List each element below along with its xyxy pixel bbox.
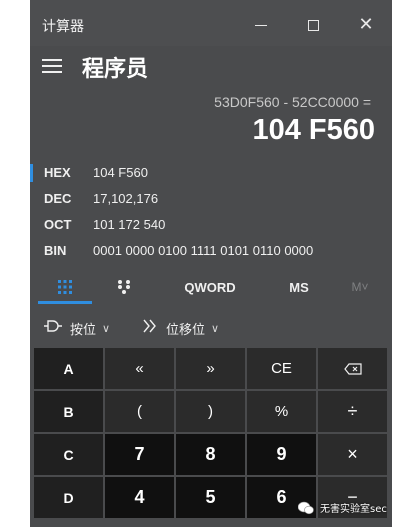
- expression-display: 53D0F560 - 52CC0000 =: [214, 94, 371, 110]
- key-4[interactable]: 4: [105, 477, 174, 518]
- active-tab-indicator: [38, 301, 92, 304]
- key-b[interactable]: B: [34, 391, 103, 432]
- word-size-button[interactable]: QWORD: [170, 270, 250, 304]
- memory-store-button[interactable]: MS: [275, 270, 323, 304]
- menu-icon: [42, 59, 62, 61]
- key-divide[interactable]: ÷: [318, 391, 387, 432]
- result-display: 104 F560: [252, 114, 375, 146]
- radix-label: OCT: [44, 217, 72, 232]
- watermark-text: 无害实验室sec: [320, 504, 387, 515]
- title-bar[interactable]: 计算器 ✕: [30, 0, 392, 46]
- key-d[interactable]: D: [34, 477, 103, 518]
- maximize-icon: [307, 19, 319, 31]
- bitshift-dropdown[interactable]: 位移位 ∨: [142, 312, 219, 344]
- bitwise-label: 按位: [70, 322, 97, 338]
- key-close-paren[interactable]: ): [176, 391, 245, 432]
- watermark: 无害实验室sec: [298, 500, 387, 515]
- minimize-icon: [255, 24, 267, 26]
- bitwise-dropdown[interactable]: 按位 ∨: [44, 312, 110, 344]
- radix-value: 104 F560: [93, 165, 148, 180]
- radix-value: 0001 0000 0100 1111 0101 0110 0000: [93, 243, 314, 258]
- wechat-logo-icon: [298, 501, 314, 514]
- bit-shift-icon: [142, 319, 158, 337]
- backspace-icon: [343, 362, 362, 375]
- radix-dec[interactable]: DEC 17,102,176: [30, 186, 392, 212]
- close-icon: ✕: [358, 14, 374, 35]
- key-clear-entry[interactable]: CE: [247, 348, 316, 389]
- keypad-grid-icon: [58, 280, 72, 294]
- radix-value: 17,102,176: [93, 191, 159, 206]
- keypad-mode-tabs: QWORD MS M˅: [30, 270, 392, 304]
- radix-hex[interactable]: HEX 104 F560: [30, 160, 392, 186]
- logic-gate-icon: [44, 320, 62, 336]
- app-title: 计算器: [42, 19, 84, 35]
- radix-bin[interactable]: BIN 0001 0000 0100 1111 0101 0110 0000: [30, 238, 392, 264]
- key-rotate-right[interactable]: »: [176, 348, 245, 389]
- tab-bit-toggle[interactable]: [102, 270, 146, 304]
- radix-oct[interactable]: OCT 101 172 540: [30, 212, 392, 238]
- key-9[interactable]: 9: [247, 434, 316, 475]
- tab-full-keypad[interactable]: [38, 270, 92, 304]
- key-8[interactable]: 8: [176, 434, 245, 475]
- key-rotate-left[interactable]: «: [105, 348, 174, 389]
- key-open-paren[interactable]: (: [105, 391, 174, 432]
- bit-toggle-icon: [118, 280, 130, 294]
- radix-label: HEX: [44, 165, 71, 180]
- selected-indicator: [30, 164, 33, 182]
- bitwise-ops-row: 按位 ∨ 位移位 ∨: [30, 312, 392, 344]
- radix-label: BIN: [44, 243, 67, 258]
- minimize-button[interactable]: [246, 10, 276, 40]
- key-multiply[interactable]: ×: [318, 434, 387, 475]
- key-backspace[interactable]: [318, 348, 387, 389]
- calculator-window: 计算器 ✕ 程序员 53D0F560 - 52CC0000 = 104 F560…: [30, 0, 392, 527]
- key-7[interactable]: 7: [105, 434, 174, 475]
- hamburger-menu-button[interactable]: [42, 59, 62, 73]
- mode-title: 程序员: [82, 57, 149, 82]
- close-button[interactable]: ✕: [351, 10, 381, 40]
- radix-value: 101 172 540: [93, 217, 166, 232]
- memory-list-button[interactable]: M˅: [335, 270, 385, 304]
- radix-label: DEC: [44, 191, 72, 206]
- maximize-button[interactable]: [298, 10, 328, 40]
- key-percent[interactable]: %: [247, 391, 316, 432]
- key-c[interactable]: C: [34, 434, 103, 475]
- bitshift-label: 位移位: [166, 322, 206, 338]
- key-a[interactable]: A: [34, 348, 103, 389]
- key-5[interactable]: 5: [176, 477, 245, 518]
- chevron-down-icon: ∨: [102, 321, 111, 335]
- chevron-down-icon: ∨: [211, 321, 220, 335]
